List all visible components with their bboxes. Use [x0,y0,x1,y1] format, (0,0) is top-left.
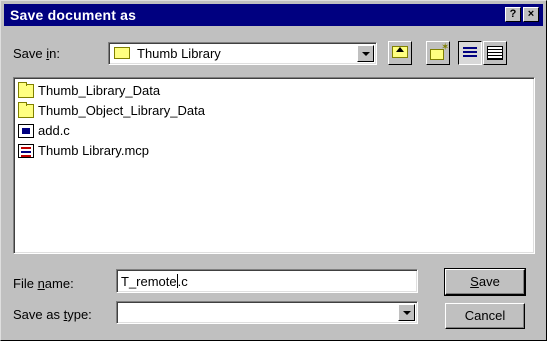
list-view-button[interactable] [458,41,482,65]
save-in-value: Thumb Library [137,46,221,61]
file-name-input[interactable]: T_remote.c [116,269,418,293]
details-view-icon [487,46,503,60]
cancel-button[interactable]: Cancel [445,303,525,329]
list-item[interactable]: Thumb Library.mcp [18,142,534,162]
details-view-button[interactable] [483,41,507,65]
save-in-label: Save in: [13,46,60,61]
file-name-label: File name: [13,276,74,291]
create-new-folder-button[interactable]: ✶ [426,41,450,65]
save-as-type-combo[interactable] [116,301,418,324]
up-one-level-button[interactable] [388,41,412,65]
project-file-icon [18,144,34,158]
help-button[interactable]: ? [505,7,521,22]
close-icon: × [527,8,535,20]
folder-open-icon [114,47,130,59]
save-in-combo[interactable]: Thumb Library [108,42,377,65]
dialog-title: Save document as [10,7,137,23]
help-icon: ? [509,8,517,20]
save-button[interactable]: Save [444,268,526,296]
file-list[interactable]: Thumb_Library_Data Thumb_Object_Library_… [13,77,535,254]
save-as-type-label: Save as type: [13,307,92,322]
folder-icon [18,102,34,118]
c-source-file-icon [18,124,34,138]
list-item[interactable]: Thumb_Library_Data [18,82,534,102]
list-view-icon [463,47,477,59]
chevron-down-icon[interactable] [398,304,415,321]
close-button[interactable]: × [523,7,539,22]
list-item[interactable]: add.c [18,122,534,142]
list-item[interactable]: Thumb_Object_Library_Data [18,102,534,122]
chevron-down-icon[interactable] [357,45,374,62]
save-dialog: Save document as ? × Save in: Thumb Libr… [0,0,547,341]
title-bar[interactable]: Save document as ? × [4,4,543,26]
folder-icon [18,82,34,98]
